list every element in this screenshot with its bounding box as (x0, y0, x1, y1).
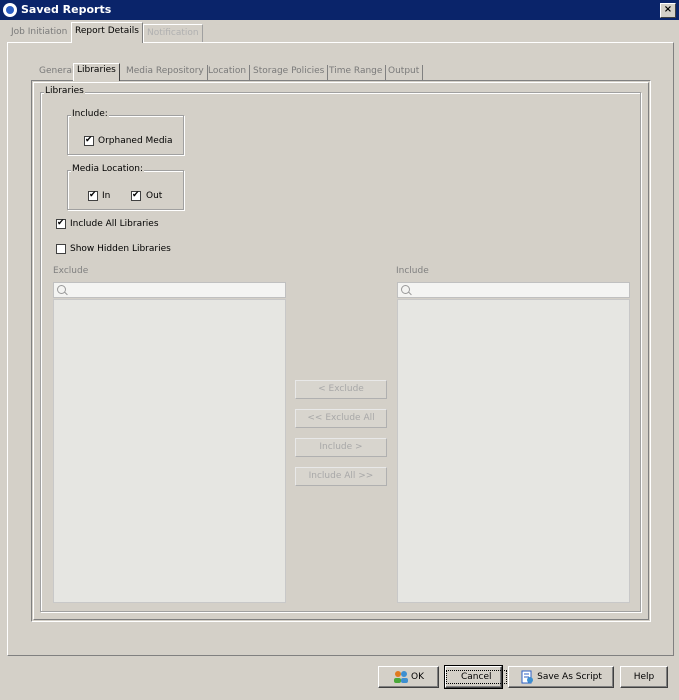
tab-time-range[interactable]: Time Range (326, 65, 387, 80)
include-list[interactable] (397, 299, 630, 603)
cancel-button[interactable]: Cancel (444, 665, 507, 689)
save-as-script-label: Save As Script (537, 672, 602, 682)
help-label: Help (633, 672, 655, 682)
app-icon (3, 3, 17, 17)
libraries-group-title: Libraries (44, 86, 85, 96)
script-icon (521, 670, 534, 683)
include-all-libraries-checkbox[interactable] (56, 218, 66, 229)
media-location-group (67, 170, 184, 210)
tab-media-repository[interactable]: Media Repository (123, 65, 208, 80)
media-in-checkbox[interactable] (88, 190, 98, 201)
orphaned-media-checkbox[interactable] (84, 135, 94, 146)
orphaned-media-label: Orphaned Media (98, 136, 173, 146)
ok-button[interactable]: OK (378, 666, 439, 688)
exclude-search-input[interactable] (53, 282, 286, 298)
exclude-label: Exclude (53, 266, 89, 276)
close-icon[interactable]: × (660, 3, 676, 18)
save-as-script-button[interactable]: Save As Script (508, 666, 614, 688)
help-button[interactable]: Help (620, 666, 668, 688)
include-all-button[interactable]: Include All >> (295, 467, 387, 486)
show-hidden-libraries-checkbox[interactable] (56, 244, 66, 254)
tab-libraries[interactable]: Libraries (73, 63, 120, 81)
include-all-libraries-label: Include All Libraries (70, 219, 159, 229)
search-icon (401, 285, 410, 294)
window-title: Saved Reports (21, 3, 112, 16)
exclude-button[interactable]: < Exclude (295, 380, 387, 399)
include-group-title: Include: (71, 109, 109, 119)
tab-notification: Notification (143, 24, 203, 42)
include-button[interactable]: Include > (295, 438, 387, 457)
media-in-label: In (102, 191, 111, 201)
search-icon (57, 285, 66, 294)
include-search-input[interactable] (397, 282, 630, 298)
tab-storage-policies[interactable]: Storage Policies (250, 65, 329, 80)
tab-job-initiation[interactable]: Job Initiation (8, 24, 70, 42)
exclude-all-button[interactable]: << Exclude All (295, 409, 387, 428)
ok-label: OK (411, 672, 424, 682)
include-label: Include (396, 266, 429, 276)
show-hidden-libraries-label: Show Hidden Libraries (70, 244, 171, 254)
media-location-group-title: Media Location: (71, 164, 144, 174)
exclude-list[interactable] (53, 299, 286, 603)
cancel-label: Cancel (446, 670, 507, 684)
media-out-label: Out (146, 191, 163, 201)
tab-output[interactable]: Output (385, 65, 424, 80)
media-out-checkbox[interactable] (131, 190, 141, 201)
tab-location[interactable]: Location (205, 65, 251, 80)
tab-report-details[interactable]: Report Details (71, 22, 143, 43)
users-icon (394, 670, 408, 683)
title-bar: Saved Reports × (0, 0, 679, 20)
